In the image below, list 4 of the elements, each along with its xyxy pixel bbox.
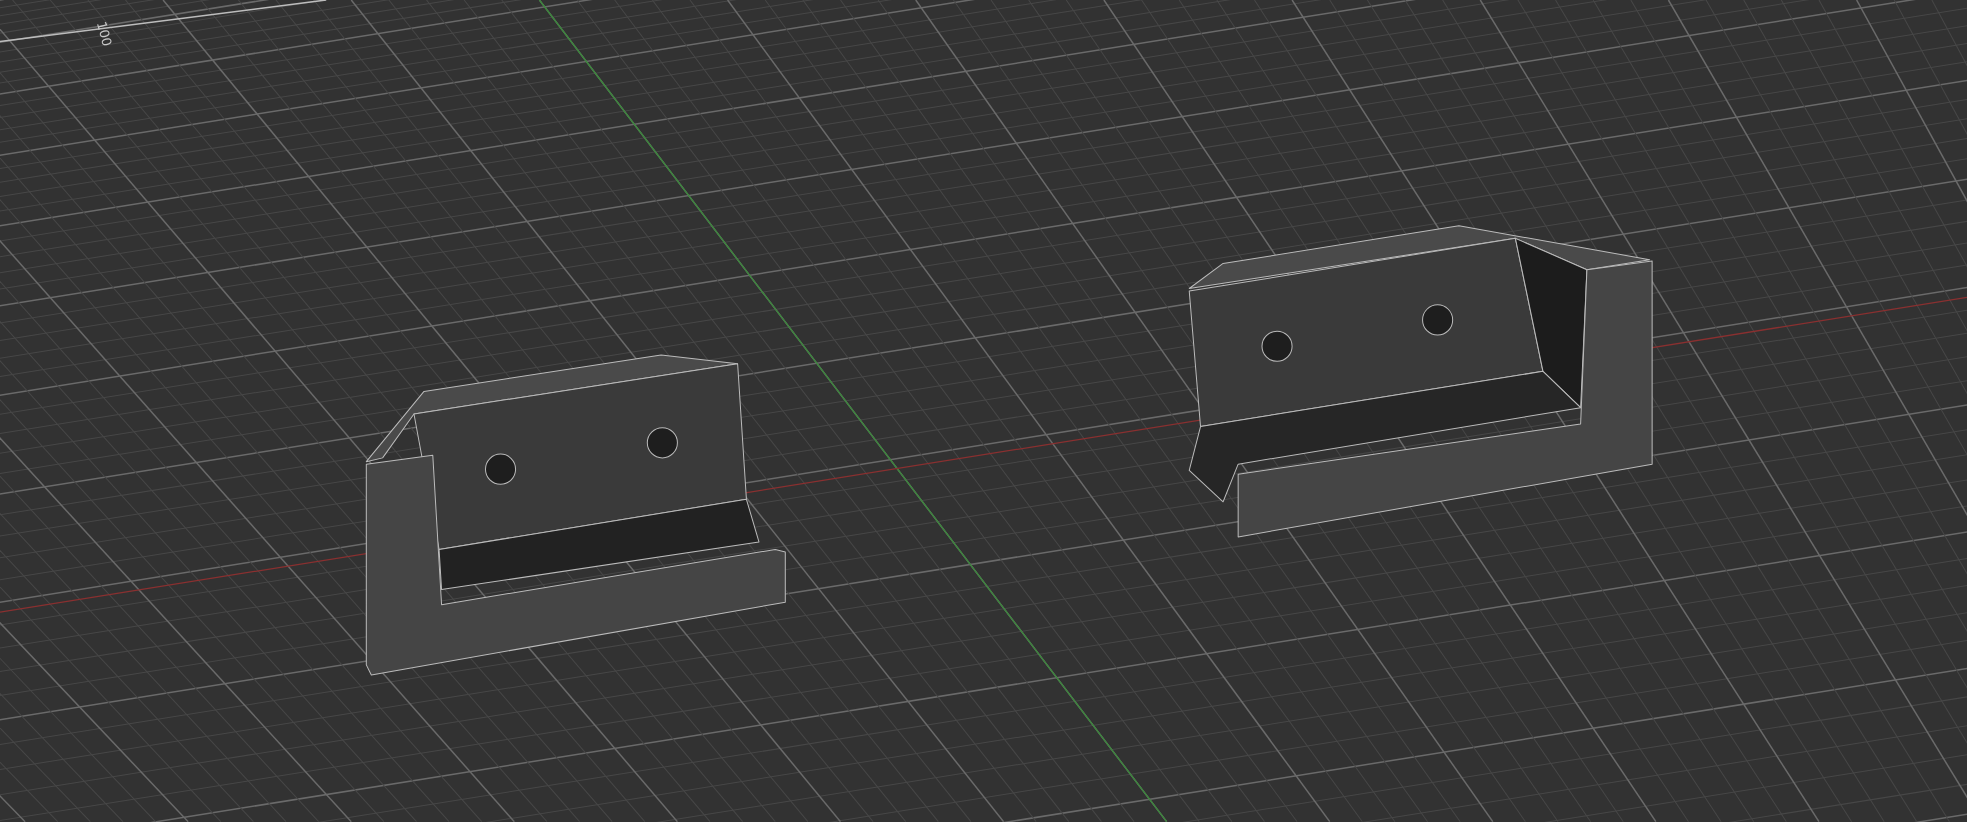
grid-scale-label: 100 <box>93 19 115 48</box>
bracket-drawing[interactable] <box>365 354 786 676</box>
bracket-drawing[interactable] <box>1188 225 1653 538</box>
3d-viewport[interactable]: 100 <box>0 0 1967 822</box>
